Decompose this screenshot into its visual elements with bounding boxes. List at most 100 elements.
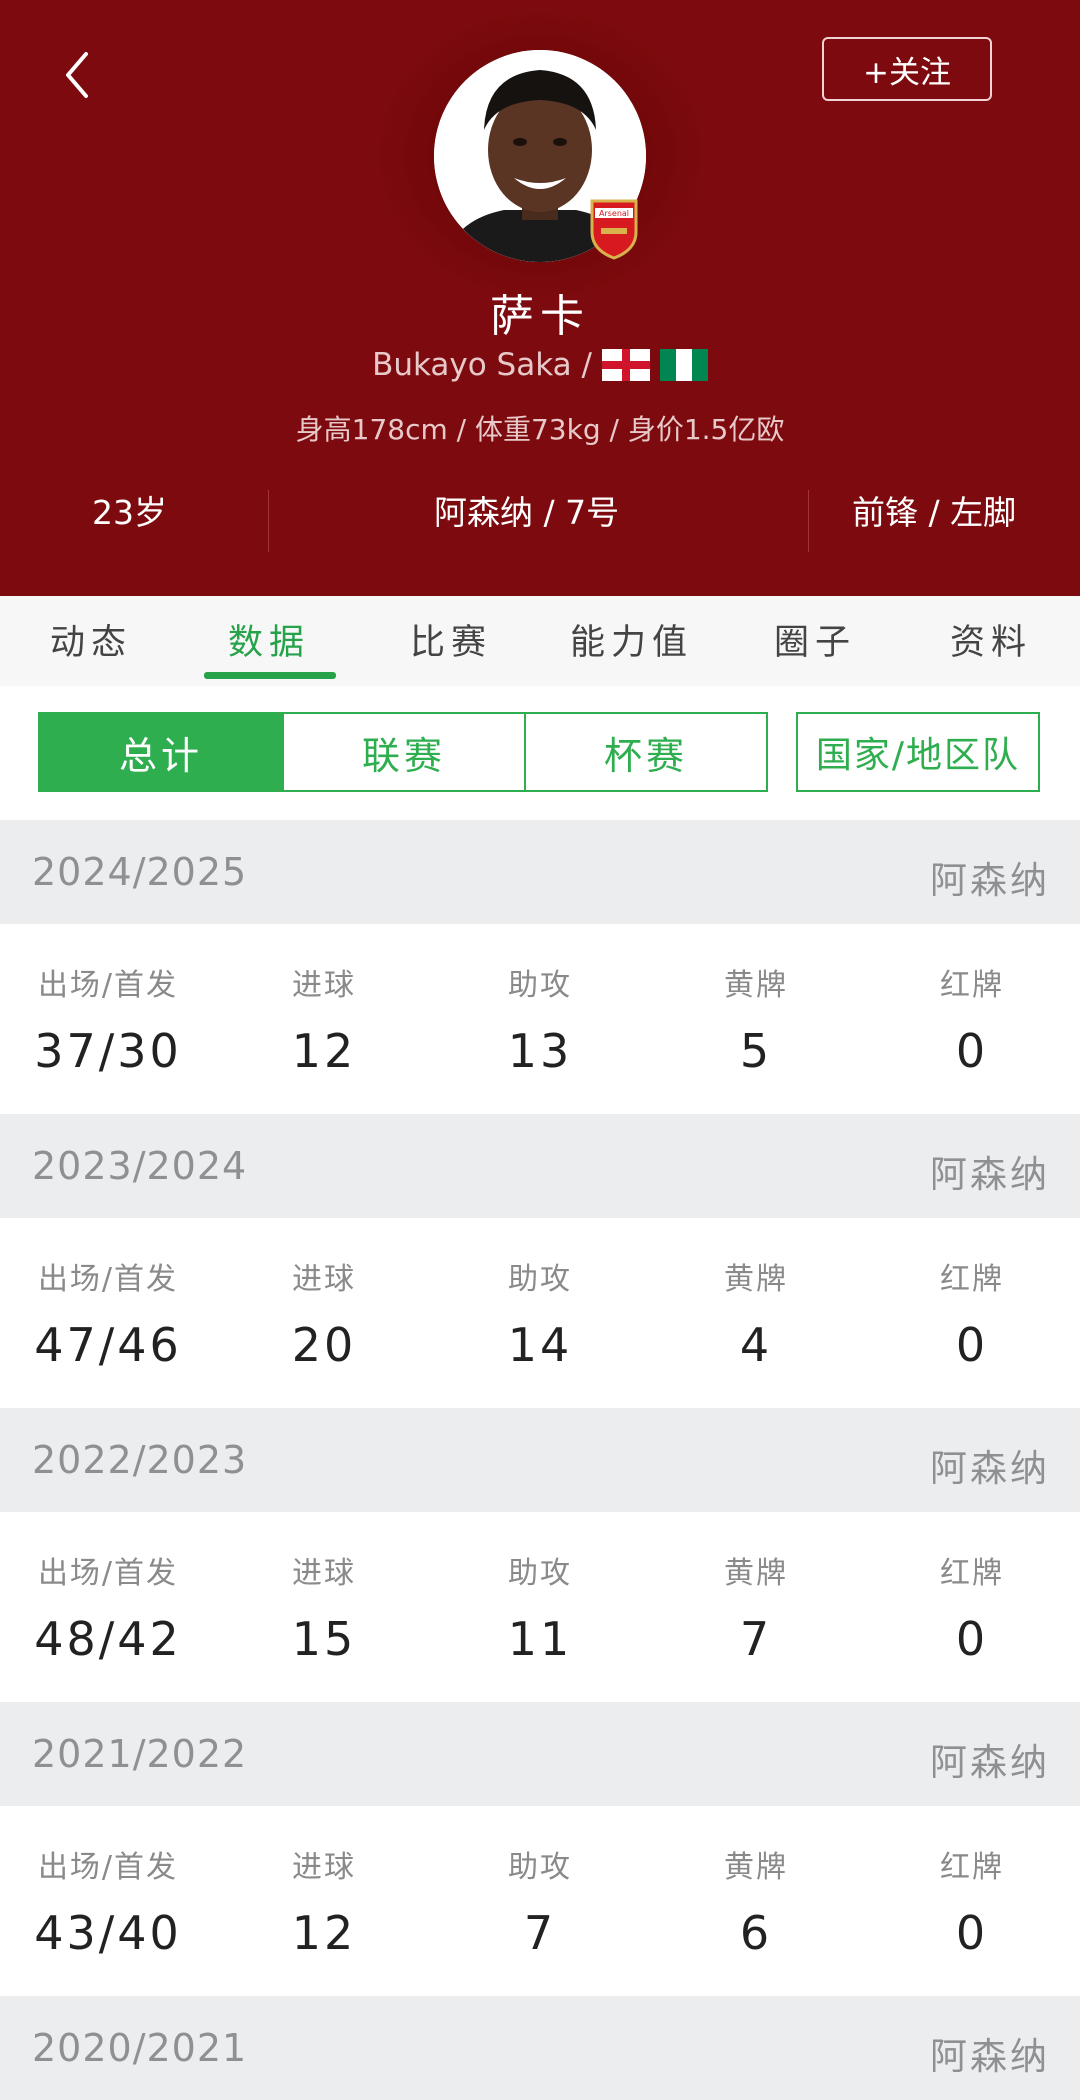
stat-value: 14 [507, 1318, 573, 1372]
filter-total-button[interactable]: 总计 [38, 712, 284, 792]
player-header: +关注 Arsenal 萨卡 Bukayo Saka / 身高178cm / 体… [0, 0, 1080, 596]
stat-goals: 进球 12 [214, 1842, 434, 1960]
arsenal-badge-icon: Arsenal [589, 198, 639, 260]
stat-label: 助攻 [508, 1262, 572, 1297]
stat-value: 15 [291, 1612, 357, 1666]
season-club[interactable]: 阿森纳 [930, 1438, 1050, 1492]
player-club-number[interactable]: 阿森纳 / 7号 [434, 486, 619, 534]
stat-goals: 进球 15 [214, 1548, 434, 1666]
stat-label: 进球 [292, 1850, 356, 1885]
stat-label: 黄牌 [724, 1850, 788, 1885]
stat-label: 助攻 [508, 1850, 572, 1885]
stat-label: 进球 [292, 1262, 356, 1297]
stat-value: 0 [955, 1318, 989, 1372]
player-physical-info: 身高178cm / 体重73kg / 身价1.5亿欧 [295, 413, 785, 446]
chevron-left-icon [66, 52, 88, 98]
stat-assists: 助攻 11 [430, 1548, 650, 1666]
season-stats-row: 出场/首发 37/30 进球 12 助攻 13 黄牌 5 红牌 0 [0, 924, 1080, 1114]
stat-value: 0 [955, 1906, 989, 1960]
stat-assists: 助攻 7 [430, 1842, 650, 1960]
stat-label: 黄牌 [724, 968, 788, 1003]
stat-goals: 进球 20 [214, 1254, 434, 1372]
stat-label: 出场/首发 [37, 1262, 179, 1297]
stat-yellow-cards: 黄牌 6 [646, 1842, 866, 1960]
stat-yellow-cards: 黄牌 5 [646, 960, 866, 1078]
nigeria-flag-icon [659, 349, 708, 381]
stat-red-cards: 红牌 0 [862, 960, 1080, 1078]
season-club[interactable]: 阿森纳 [930, 850, 1050, 904]
active-tab-indicator [204, 672, 336, 679]
tab-profile[interactable]: 资料 [950, 614, 1032, 665]
stat-value: 6 [739, 1906, 773, 1960]
stat-label: 黄牌 [724, 1262, 788, 1297]
season-header: 2024/2025 阿森纳 [0, 820, 1080, 924]
stat-assists: 助攻 13 [430, 960, 650, 1078]
stat-value: 48/42 [34, 1612, 182, 1666]
stat-value: 47/46 [34, 1318, 182, 1372]
player-age: 23岁 [92, 493, 167, 532]
player-position-foot: 前锋 / 左脚 [852, 493, 1017, 532]
stat-apps: 出场/首发 43/40 [0, 1842, 218, 1960]
stat-label: 红牌 [940, 1262, 1004, 1297]
stat-value: 11 [507, 1612, 573, 1666]
stat-assists: 助攻 14 [430, 1254, 650, 1372]
svg-text:Arsenal: Arsenal [599, 209, 629, 218]
season-header: 2020/2021 阿森纳 [0, 1996, 1080, 2100]
season-year: 2022/2023 [32, 1438, 248, 1482]
divider [268, 490, 269, 552]
follow-button[interactable]: +关注 [822, 37, 992, 101]
season-year: 2023/2024 [32, 1144, 248, 1188]
tab-community[interactable]: 圈子 [774, 614, 856, 665]
stat-yellow-cards: 黄牌 4 [646, 1254, 866, 1372]
stat-value: 0 [955, 1024, 989, 1078]
english-name-row: Bukayo Saka / [0, 347, 1080, 383]
stat-label: 进球 [292, 968, 356, 1003]
stat-value: 12 [291, 1024, 357, 1078]
tab-news[interactable]: 动态 [50, 614, 132, 665]
back-button[interactable] [52, 40, 102, 110]
stat-red-cards: 红牌 0 [862, 1254, 1080, 1372]
tab-ratings[interactable]: 能力值 [570, 614, 693, 665]
stat-label: 红牌 [940, 968, 1004, 1003]
stat-label: 出场/首发 [37, 1850, 179, 1885]
player-summary-row: 23岁 阿森纳 / 7号 前锋 / 左脚 [0, 478, 1080, 552]
stat-value: 37/30 [34, 1024, 182, 1078]
season-club[interactable]: 阿森纳 [930, 1144, 1050, 1198]
english-name: Bukayo Saka / [372, 347, 592, 383]
stat-label: 红牌 [940, 1850, 1004, 1885]
tab-stats[interactable]: 数据 [228, 614, 310, 665]
stat-value: 12 [291, 1906, 357, 1960]
filter-cup-button[interactable]: 杯赛 [524, 712, 768, 792]
stat-value: 20 [291, 1318, 357, 1372]
stat-label: 出场/首发 [37, 1556, 179, 1591]
stat-value: 7 [739, 1612, 773, 1666]
season-header: 2022/2023 阿森纳 [0, 1408, 1080, 1512]
stat-red-cards: 红牌 0 [862, 1842, 1080, 1960]
season-stats-row: 出场/首发 48/42 进球 15 助攻 11 黄牌 7 红牌 0 [0, 1512, 1080, 1702]
divider [808, 490, 809, 552]
tab-matches[interactable]: 比赛 [410, 614, 492, 665]
stat-apps: 出场/首发 37/30 [0, 960, 218, 1078]
stat-value: 5 [739, 1024, 773, 1078]
season-stats-row: 出场/首发 47/46 进球 20 助攻 14 黄牌 4 红牌 0 [0, 1218, 1080, 1408]
filter-national-team-button[interactable]: 国家/地区队 [796, 712, 1040, 792]
stat-value: 0 [955, 1612, 989, 1666]
season-year: 2021/2022 [32, 1732, 248, 1776]
season-club[interactable]: 阿森纳 [930, 2026, 1050, 2080]
season-year: 2024/2025 [32, 850, 248, 894]
stat-label: 红牌 [940, 1556, 1004, 1591]
season-club[interactable]: 阿森纳 [930, 1732, 1050, 1786]
stat-value: 43/40 [34, 1906, 182, 1960]
stat-apps: 出场/首发 48/42 [0, 1548, 218, 1666]
season-stats-row: 出场/首发 43/40 进球 12 助攻 7 黄牌 6 红牌 0 [0, 1806, 1080, 1996]
season-header: 2021/2022 阿森纳 [0, 1702, 1080, 1806]
stat-label: 助攻 [508, 1556, 572, 1591]
stat-apps: 出场/首发 47/46 [0, 1254, 218, 1372]
season-header: 2023/2024 阿森纳 [0, 1114, 1080, 1218]
england-flag-icon [601, 349, 650, 381]
stat-label: 助攻 [508, 968, 572, 1003]
stat-value: 13 [507, 1024, 573, 1078]
stat-label: 进球 [292, 1556, 356, 1591]
tab-bar: 动态 数据 比赛 能力值 圈子 资料 [0, 596, 1080, 686]
filter-league-button[interactable]: 联赛 [282, 712, 526, 792]
